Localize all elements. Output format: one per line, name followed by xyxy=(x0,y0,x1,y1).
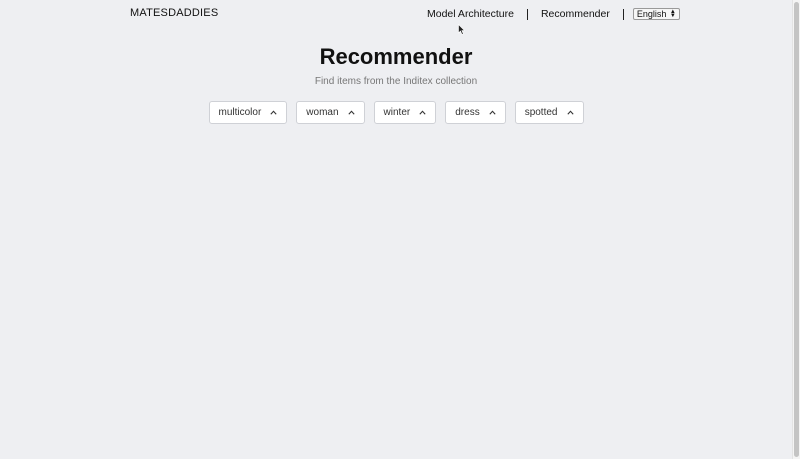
brand-logo[interactable]: MATESDADDIES xyxy=(130,7,218,19)
chevron-up-icon xyxy=(347,110,355,115)
page-title: Recommender xyxy=(319,44,473,69)
top-nav: Model Architecture Recommender English ▲… xyxy=(427,7,680,21)
nav-link-recommender[interactable]: Recommender xyxy=(541,8,610,20)
language-select-value: English xyxy=(636,9,667,19)
filter-chips: multicolor woman winter dress spotted xyxy=(0,101,792,124)
chevron-up-icon xyxy=(270,110,277,115)
nav-link-model-architecture[interactable]: Model Architecture xyxy=(427,8,514,20)
nav-divider xyxy=(526,8,528,20)
vertical-scrollbar[interactable] xyxy=(792,0,800,459)
filter-chip-label: dress xyxy=(455,107,480,118)
filter-chip-woman[interactable]: woman xyxy=(296,101,365,124)
chevron-up-icon xyxy=(566,110,574,115)
filter-chip-dress[interactable]: dress xyxy=(445,101,506,124)
page: MATESDADDIES Model Architecture Recommen… xyxy=(0,0,800,459)
scrollbar-thumb[interactable] xyxy=(794,2,799,457)
language-select[interactable]: English ▲ ▼ xyxy=(632,8,680,20)
filter-chip-winter[interactable]: winter xyxy=(373,101,437,124)
select-arrows-icon: ▲ ▼ xyxy=(669,9,676,19)
filter-chip-spotted[interactable]: spotted xyxy=(514,101,584,124)
filter-chip-multicolor[interactable]: multicolor xyxy=(208,101,288,124)
nav-divider xyxy=(622,8,624,20)
mouse-pointer-icon xyxy=(458,24,465,35)
page-subtitle: Find items from the Inditex collection xyxy=(314,76,478,87)
chevron-up-icon xyxy=(419,110,426,115)
filter-chip-label: woman xyxy=(306,107,339,118)
filter-chip-label: winter xyxy=(383,107,411,118)
filter-chip-label: multicolor xyxy=(218,107,262,118)
filter-chip-label: spotted xyxy=(524,107,558,118)
chevron-up-icon xyxy=(489,110,496,115)
